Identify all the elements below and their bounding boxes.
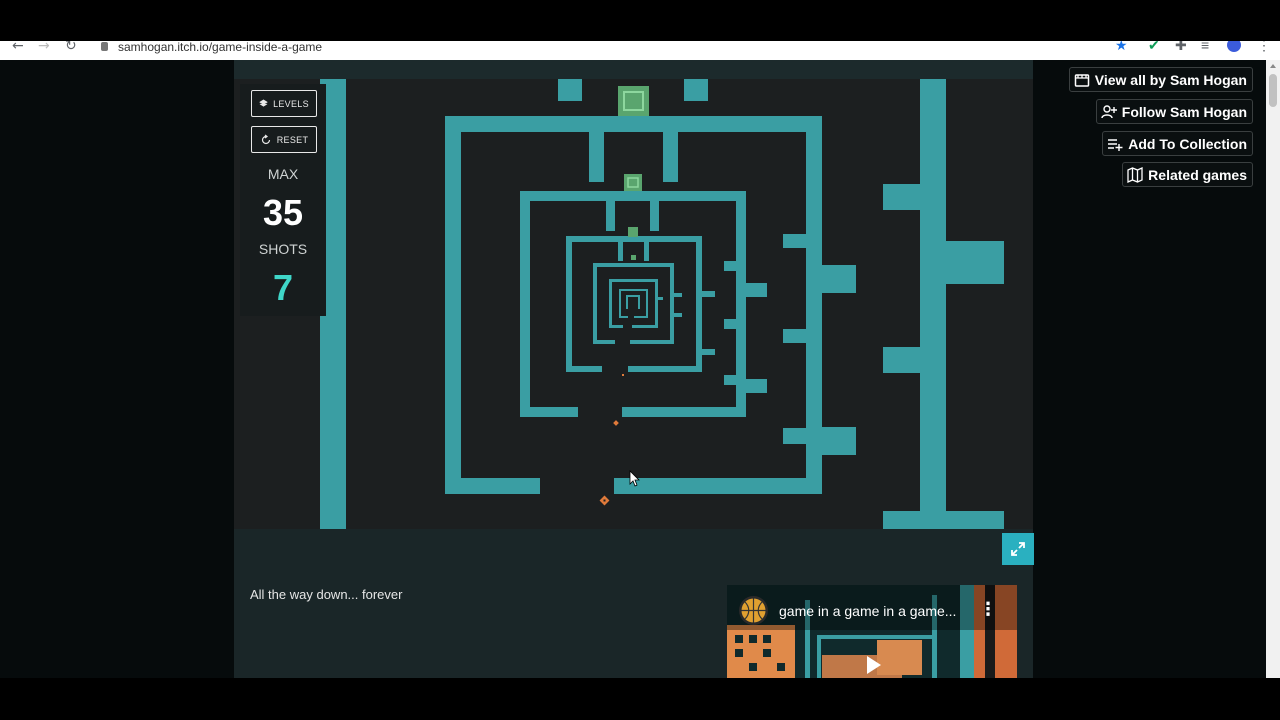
top-letterbox — [0, 0, 1280, 41]
max-label: MAX — [267, 166, 299, 182]
reset-button[interactable]: RESET — [251, 126, 317, 153]
game-description: All the way down... forever — [250, 587, 403, 602]
lock-icon — [101, 42, 108, 51]
view-all-button[interactable]: View all by Sam Hogan — [1068, 67, 1253, 92]
add-user-icon — [1101, 104, 1117, 118]
back-icon[interactable]: ← — [12, 41, 24, 54]
game-canvas[interactable] — [234, 79, 1033, 529]
extension-check-icon[interactable]: ✔ — [1148, 41, 1160, 54]
max-value: 35 — [262, 192, 304, 233]
channel-avatar[interactable] — [739, 596, 768, 625]
fullscreen-button[interactable] — [1002, 533, 1034, 565]
basketball-icon — [741, 598, 766, 623]
bottom-letterbox — [0, 678, 1280, 720]
levels-label: LEVELS — [273, 98, 309, 109]
game-top-strip — [234, 60, 1033, 79]
more-options-icon[interactable]: ⋮ — [979, 599, 997, 620]
page-scrollbar[interactable] — [1266, 60, 1280, 678]
address-bar[interactable]: samhogan.itch.io/game-inside-a-game — [118, 41, 322, 53]
view-all-label: View all by Sam Hogan — [1094, 71, 1247, 88]
follow-button[interactable]: Follow Sam Hogan — [1095, 99, 1253, 124]
shots-value: 7 — [272, 267, 294, 308]
add-collection-button[interactable]: Add To Collection — [1102, 131, 1253, 156]
reset-icon — [261, 134, 270, 144]
related-games-label: Related games — [1148, 166, 1247, 183]
scroll-up-icon[interactable] — [1270, 64, 1276, 68]
maze-walls — [320, 79, 1004, 529]
related-games-button[interactable]: Related games — [1122, 162, 1253, 187]
layers-icon — [259, 99, 268, 107]
scrollbar-thumb[interactable] — [1269, 74, 1277, 107]
reset-label: RESET — [276, 134, 309, 145]
playlist-add-icon — [1108, 138, 1123, 151]
video-thumbnail — [727, 585, 1017, 678]
bookmark-star-icon[interactable]: ★ — [1115, 41, 1128, 54]
profile-avatar[interactable] — [1227, 41, 1241, 52]
reload-icon[interactable]: ↻ — [65, 41, 77, 54]
shots-label: SHOTS — [258, 241, 308, 257]
itch-store-icon — [1074, 73, 1089, 87]
levels-button[interactable]: LEVELS — [251, 90, 317, 117]
expand-icon — [1011, 542, 1025, 556]
maze-drawing — [320, 79, 1004, 529]
media-control-icon[interactable]: ≡ — [1201, 41, 1209, 53]
browser-toolbar: ← → ↻ samhogan.itch.io/game-inside-a-gam… — [0, 41, 1280, 60]
extensions-puzzle-icon[interactable]: ✚ — [1175, 41, 1187, 54]
map-icon — [1127, 166, 1143, 183]
forward-icon[interactable]: → — [38, 41, 50, 54]
menu-dots-icon[interactable]: ⋮ — [1257, 41, 1271, 54]
follow-label: Follow Sam Hogan — [1121, 103, 1247, 120]
add-collection-label: Add To Collection — [1128, 135, 1247, 152]
video-title[interactable]: game in a game in a game... — [779, 603, 956, 619]
goal-squares — [618, 86, 649, 260]
embedded-video[interactable]: game in a game in a game... ⋮ — [727, 585, 1017, 678]
